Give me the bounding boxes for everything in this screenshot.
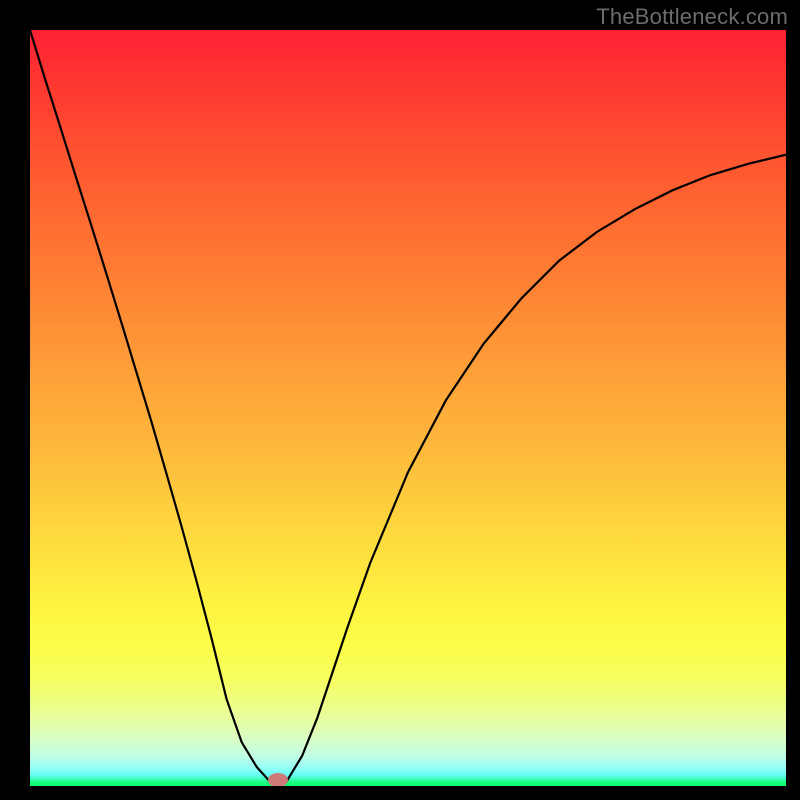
curve-path [30, 30, 786, 786]
watermark-text: TheBottleneck.com [596, 4, 788, 30]
plot-area [30, 30, 786, 786]
optimum-marker [268, 773, 288, 786]
chart-frame: TheBottleneck.com [0, 0, 800, 800]
bottleneck-curve [30, 30, 786, 786]
